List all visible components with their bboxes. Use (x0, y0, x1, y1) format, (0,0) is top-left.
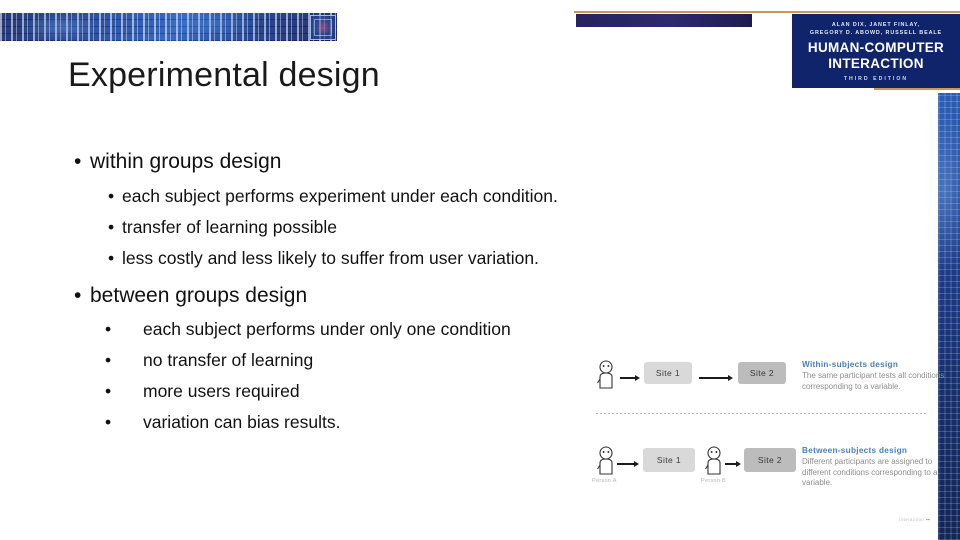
sub-bullet-within-2: • transfer of learning possible (108, 217, 337, 238)
diagram-watermark: interaction ▪▪ (899, 517, 930, 522)
site-1-box-within: Site 1 (644, 362, 692, 384)
between-caption-body: Different participants are assigned to d… (802, 457, 938, 487)
person-a-label: Person A (592, 478, 617, 484)
person-b-label: Person B (701, 478, 727, 484)
site-1-box-between: Site 1 (643, 448, 695, 472)
bullet-marker: • (105, 350, 112, 370)
diagram-divider (596, 413, 926, 414)
within-caption-body: The same participant tests all condition… (802, 371, 945, 391)
band-emblem-icon (310, 15, 336, 40)
person-a-figure-icon (596, 446, 616, 476)
sub-bullet-within-3: • less costly and less likely to suffer f… (108, 248, 539, 269)
bullet-marker: • (105, 319, 112, 339)
subjects-design-diagram: Site 1 Site 2 Within-subjects design The… (586, 350, 944, 530)
bullet-within-groups-design: • within groups design (74, 150, 281, 174)
arrow-personb-to-site2-icon (725, 459, 741, 469)
bullet-between-groups-design: • between groups design (74, 284, 307, 308)
sub-bullet-between-3: • more users required (105, 381, 300, 402)
between-caption-title: Between-subjects design (802, 446, 908, 455)
site-2-box-within: Site 2 (738, 362, 786, 384)
watermark-text: interaction (899, 517, 925, 522)
sub-bullet-between-2: • no transfer of learning (105, 350, 313, 371)
bullet-text: between groups design (90, 284, 308, 307)
bullet-text: no transfer of learning (143, 350, 314, 370)
bullet-marker: • (105, 381, 112, 401)
bullet-marker: • (108, 248, 115, 268)
sub-bullet-between-4: • variation can bias results. (105, 412, 340, 433)
bullet-text: within groups design (90, 150, 282, 173)
arrow-persona-to-site1-icon (617, 459, 639, 469)
sub-bullet-within-1: • each subject performs experiment under … (108, 186, 558, 207)
within-caption-title: Within-subjects design (802, 360, 899, 369)
within-subjects-caption: Within-subjects design The same particip… (802, 360, 952, 392)
sub-bullet-between-1: • each subject performs under only one co… (105, 319, 511, 340)
arrow-site1-to-site2-icon (699, 373, 733, 383)
bullet-marker: • (108, 186, 115, 206)
bullet-marker: • (74, 150, 82, 173)
bullet-text: each subject performs experiment under e… (122, 186, 558, 206)
watermark-mark: ▪▪ (926, 517, 930, 522)
person-b-figure-icon (704, 446, 724, 476)
between-subjects-caption: Between-subjects design Different partic… (802, 446, 952, 489)
bullet-marker: • (108, 217, 115, 237)
bullet-text: each subject performs under only one con… (143, 319, 511, 339)
bullet-marker: • (74, 284, 82, 307)
bullet-text: transfer of learning possible (122, 217, 337, 237)
person-figure-icon (596, 360, 616, 390)
bullet-marker: • (105, 412, 112, 432)
bullet-text: less costly and less likely to suffer fr… (122, 248, 539, 268)
bullet-text: variation can bias results. (143, 412, 341, 432)
site-2-box-between: Site 2 (744, 448, 796, 472)
arrow-person-to-site1-icon (620, 373, 640, 383)
bullet-text: more users required (143, 381, 300, 401)
